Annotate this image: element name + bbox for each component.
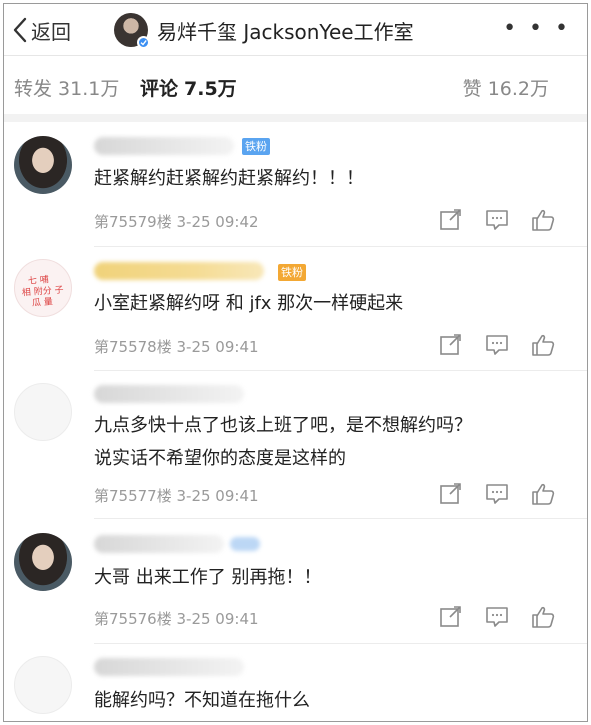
comment-text: 小室赶紧解约呀 和 jfx 那次一样硬起来 <box>94 293 404 314</box>
chevron-left-icon <box>13 17 27 43</box>
avatar[interactable] <box>114 13 150 49</box>
comment-icon[interactable] <box>483 605 511 629</box>
timestamp: 3-25 09:41 <box>176 610 259 628</box>
comment-actions <box>419 208 557 232</box>
page-title: 易烊千玺 JacksonYee工作室 <box>157 19 414 44</box>
comment-label: 评论 <box>140 78 179 100</box>
avatar[interactable] <box>14 533 72 591</box>
tab-repost[interactable]: 转发 31.1万 <box>14 74 119 101</box>
comment-icon[interactable] <box>483 208 511 232</box>
comment-count: 7.5万 <box>184 78 237 100</box>
thumbs-up-icon[interactable] <box>529 208 557 232</box>
tab-comment[interactable]: 评论 7.5万 <box>140 74 237 101</box>
comment-icon[interactable] <box>483 333 511 357</box>
nav-bar: 返回 易烊千玺 JacksonYee工作室 • • • <box>4 4 587 56</box>
back-button[interactable]: 返回 <box>12 16 71 44</box>
floor-number: 第75577楼 <box>94 487 172 505</box>
blurred-username[interactable] <box>94 385 244 403</box>
stats-bar: 转发 31.1万 评论 7.5万 赞 16.2万 <box>4 56 587 122</box>
comment-meta: 第75576楼 3-25 09:41 <box>94 608 259 629</box>
timestamp: 3-25 09:42 <box>176 213 259 231</box>
comment-item: 能解约吗？不知道在拖什么 <box>4 644 587 721</box>
comment-actions <box>419 333 557 357</box>
comment-meta: 第75579楼 3-25 09:42 <box>94 211 259 232</box>
more-options-icon[interactable]: • • • <box>503 18 571 40</box>
floor-number: 第75578楼 <box>94 338 172 356</box>
tab-like[interactable]: 赞 16.2万 <box>463 74 549 101</box>
timestamp: 3-25 09:41 <box>176 338 259 356</box>
blurred-username[interactable] <box>94 658 244 676</box>
floor-number: 第75579楼 <box>94 213 172 231</box>
account-header[interactable]: 易烊千玺 JacksonYee工作室 <box>114 13 414 49</box>
comment-actions <box>419 605 557 629</box>
blurred-username[interactable] <box>94 262 264 280</box>
comment-text-line-1: 九点多快十点了也该上班了吧，是不想解约吗？ <box>94 415 472 436</box>
comment-meta: 第75577楼 3-25 09:41 <box>94 485 259 506</box>
thumbs-up-icon[interactable] <box>529 333 557 357</box>
blurred-username[interactable] <box>94 137 234 155</box>
comment-item: 大哥 出来工作了 别再拖！！ 第75576楼 3-25 09:41 <box>4 519 587 644</box>
avatar[interactable] <box>14 656 72 714</box>
avatar[interactable]: 七 哺 相 附分 子 瓜 量 <box>14 259 72 317</box>
comment-text: 大哥 出来工作了 别再拖！！ <box>94 567 322 588</box>
repost-label: 转发 <box>14 78 53 100</box>
fan-badge: 铁粉 <box>278 264 306 281</box>
comment-meta: 第75578楼 3-25 09:41 <box>94 336 259 357</box>
blurred-username[interactable] <box>94 535 224 553</box>
like-label: 赞 <box>462 78 482 100</box>
share-icon[interactable] <box>437 208 465 232</box>
comment-icon[interactable] <box>483 482 511 506</box>
comment-text-line-2: 说实话不希望你的态度是这样的 <box>94 448 346 469</box>
comment-item: 七 哺 相 附分 子 瓜 量 铁粉 小室赶紧解约呀 和 jfx 那次一样硬起来 … <box>4 247 587 371</box>
avatar[interactable] <box>14 136 72 194</box>
comment-text: 能解约吗？不知道在拖什么 <box>94 690 310 711</box>
comment-text: 赶紧解约赶紧解约赶紧解约！！！ <box>94 168 364 189</box>
comment-item: 九点多快十点了也该上班了吧，是不想解约吗？ 说实话不希望你的态度是这样的 第75… <box>4 371 587 519</box>
repost-count: 31.1万 <box>58 78 120 100</box>
back-label: 返回 <box>31 19 71 44</box>
fan-badge: 铁粉 <box>242 138 270 155</box>
comment-actions <box>419 482 557 506</box>
share-icon[interactable] <box>437 605 465 629</box>
timestamp: 3-25 09:41 <box>176 487 259 505</box>
thumbs-up-icon[interactable] <box>529 605 557 629</box>
verified-icon <box>137 36 150 49</box>
floor-number: 第75576楼 <box>94 610 172 628</box>
avatar[interactable] <box>14 383 72 441</box>
thumbs-up-icon[interactable] <box>529 482 557 506</box>
avatar-text: 瓜 量 <box>31 297 54 309</box>
like-count: 16.2万 <box>487 78 549 100</box>
share-icon[interactable] <box>437 333 465 357</box>
comment-item: 铁粉 赶紧解约赶紧解约赶紧解约！！！ 第75579楼 3-25 09:42 <box>4 122 587 247</box>
blurred-badge <box>230 537 260 551</box>
weibo-comment-page: 返回 易烊千玺 JacksonYee工作室 • • • 转发 31.1万 评论 7.… <box>3 3 588 722</box>
share-icon[interactable] <box>437 482 465 506</box>
